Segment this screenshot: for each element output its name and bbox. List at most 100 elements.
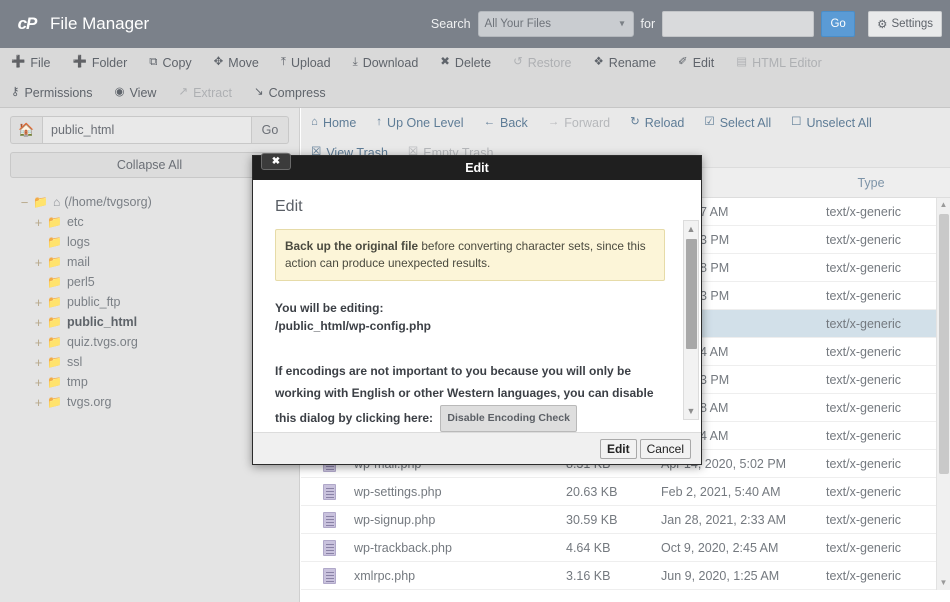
nav-item-up-one-level[interactable]: ↑ Up One Level xyxy=(366,108,473,138)
tb-item-move[interactable]: ✥ Move xyxy=(203,48,270,78)
file-icon xyxy=(323,483,336,500)
collapse-all-button[interactable]: Collapse All xyxy=(10,152,289,178)
tree-toggle-icon[interactable]: + xyxy=(32,295,45,310)
search-input[interactable] xyxy=(662,11,815,37)
file-modified: Jun 9, 2020, 1:25 AM xyxy=(661,568,780,583)
close-icon[interactable]: ✖ xyxy=(261,153,291,170)
tree-toggle-icon[interactable]: + xyxy=(32,395,45,410)
table-row[interactable]: wp-signup.php 30.59 KB Jan 28, 2021, 2:33 … xyxy=(301,506,950,534)
nav-item-back[interactable]: ← Back xyxy=(473,108,537,138)
dialog-scrollbar[interactable]: ▲ ▼ xyxy=(683,220,699,420)
tb-item-download[interactable]: ⤓ Download xyxy=(342,48,430,78)
item-label: Upload xyxy=(290,56,331,70)
tree-toggle-icon[interactable]: − xyxy=(18,195,31,210)
tree-toggle-icon[interactable]: + xyxy=(32,215,45,230)
settings-button[interactable]: ⚙ Settings xyxy=(868,11,942,37)
tb-item-file[interactable]: ➕ File xyxy=(0,48,61,78)
tb-item-html-editor: ▤ HTML Editor xyxy=(725,48,833,78)
tb-item-restore: ↺ Restore xyxy=(502,48,582,78)
tree-item-label: ssl xyxy=(66,355,83,369)
nav-item-reload[interactable]: ↻ Reload xyxy=(620,108,694,138)
tb-item-delete[interactable]: ✖ Delete xyxy=(429,48,502,78)
tb-item-compress[interactable]: ↘ Compress xyxy=(243,78,337,108)
file-size: 20.63 KB xyxy=(566,484,618,499)
file-list-scrollbar[interactable]: ▲ ▼ xyxy=(936,198,950,590)
folder-icon: 📁 xyxy=(47,315,62,329)
nav-item-select-all[interactable]: ☑ Select All xyxy=(694,108,781,138)
disable-encoding-check-button[interactable]: Disable Encoding Check xyxy=(440,404,577,432)
dialog-cancel-button[interactable]: Cancel xyxy=(639,438,691,459)
table-row[interactable]: xmlrpc.php 3.16 KB Jun 9, 2020, 1:25 AM tex… xyxy=(301,562,950,590)
column-header-type[interactable]: Type xyxy=(811,176,931,190)
file-type: text/x-generic xyxy=(826,512,902,527)
tb-item-folder[interactable]: ➕ Folder xyxy=(61,48,138,78)
table-row[interactable]: wp-trackback.php 4.64 KB Oct 9, 2020, 2:45… xyxy=(301,534,950,562)
checkbox-checked-icon: ☑ xyxy=(704,116,715,129)
scroll-down-icon[interactable]: ▼ xyxy=(937,576,950,590)
folder-icon: 📁 xyxy=(47,215,62,229)
tree-item-label: quiz.tvgs.org xyxy=(66,335,138,349)
table-row[interactable]: wp-settings.php 20.63 KB Feb 2, 2021, 5:40… xyxy=(301,478,950,506)
tree-toggle-icon[interactable]: + xyxy=(32,335,45,350)
tree-toggle-icon[interactable]: + xyxy=(32,375,45,390)
restore-icon: ↺ xyxy=(513,56,523,69)
tree-toggle-icon[interactable]: + xyxy=(32,315,45,330)
file-name[interactable]: wp-signup.php xyxy=(354,513,566,527)
tb-item-copy[interactable]: ⧉ Copy xyxy=(138,48,202,78)
folder-icon: 📁 xyxy=(47,395,62,409)
nav-item-home[interactable]: ⌂ Home xyxy=(301,108,366,138)
item-label: Back xyxy=(499,116,528,130)
tree-item-label: perl5 xyxy=(66,275,95,289)
home-icon[interactable]: 🏠 xyxy=(10,116,42,144)
left-arrow-icon: ← xyxy=(483,116,495,129)
item-label: File xyxy=(30,56,51,70)
app-header: cP File Manager Search All Your Files ▾ … xyxy=(0,0,950,48)
item-label: Restore xyxy=(527,56,572,70)
file-size: 3.16 KB xyxy=(566,568,611,583)
tb-item-permissions[interactable]: ⚷ Permissions xyxy=(0,78,104,108)
file-icon xyxy=(323,539,336,556)
item-label: Forward xyxy=(564,116,611,130)
reload-icon: ↻ xyxy=(630,116,640,129)
main-toolbar: ➕ File ➕ Folder ⧉ Copy ✥ Move ⤒ Upload ⤓ Download ✖ D… xyxy=(0,48,950,108)
path-input[interactable] xyxy=(42,116,252,144)
folder-icon: 📁 xyxy=(47,375,62,389)
dialog-scrollbar-thumb[interactable] xyxy=(686,239,697,349)
dialog-edit-button[interactable]: Edit xyxy=(599,438,637,459)
scroll-up-icon[interactable]: ▲ xyxy=(937,198,950,212)
dialog-body: Edit Back up the original file before co… xyxy=(253,180,701,432)
item-label: Home xyxy=(322,116,357,130)
file-name[interactable]: wp-settings.php xyxy=(354,485,566,499)
item-label: HTML Editor xyxy=(752,56,822,70)
item-label: Permissions xyxy=(24,86,93,100)
move-icon: ✥ xyxy=(213,56,224,69)
search-scope-select[interactable]: All Your Files ▾ xyxy=(477,11,634,37)
search-scope-value: All Your Files xyxy=(484,18,552,30)
path-go-button[interactable]: Go xyxy=(252,116,289,144)
tb-item-view[interactable]: ◉ View xyxy=(104,78,168,108)
copy-icon: ⧉ xyxy=(149,56,158,69)
item-label: View xyxy=(129,86,157,100)
path-bar: 🏠 Go xyxy=(0,108,299,144)
tree-toggle-icon[interactable]: + xyxy=(32,355,45,370)
home-icon: ⌂ xyxy=(311,116,318,129)
file-name[interactable]: xmlrpc.php xyxy=(354,569,566,583)
settings-label: Settings xyxy=(891,18,933,30)
dialog-scroll-down-icon[interactable]: ▼ xyxy=(684,403,698,419)
tb-item-upload[interactable]: ⤒ Upload xyxy=(270,48,342,78)
dialog-footer: Edit Cancel xyxy=(253,432,701,464)
file-type: text/x-generic xyxy=(826,456,902,471)
file-name[interactable]: wp-trackback.php xyxy=(354,541,566,555)
nav-item-unselect-all[interactable]: ☐ Unselect All xyxy=(781,108,882,138)
tb-item-edit[interactable]: ✐ Edit xyxy=(667,48,725,78)
nav-row-primary: ⌂ Home ↑ Up One Level ← Back → Forward ↻ Reload ☑ S… xyxy=(301,108,950,138)
file-icon: ❖ xyxy=(593,56,604,69)
tree-item-label: mail xyxy=(66,255,90,269)
warning-bold-text: Back up the original file xyxy=(285,239,419,253)
dialog-scroll-up-icon[interactable]: ▲ xyxy=(684,221,698,237)
backup-warning-alert: Back up the original file before convert… xyxy=(275,229,665,282)
tree-toggle-icon[interactable]: + xyxy=(32,255,45,270)
tb-item-rename[interactable]: ❖ Rename xyxy=(582,48,667,78)
search-go-button[interactable]: Go xyxy=(821,11,856,37)
scrollbar-thumb[interactable] xyxy=(939,214,949,474)
